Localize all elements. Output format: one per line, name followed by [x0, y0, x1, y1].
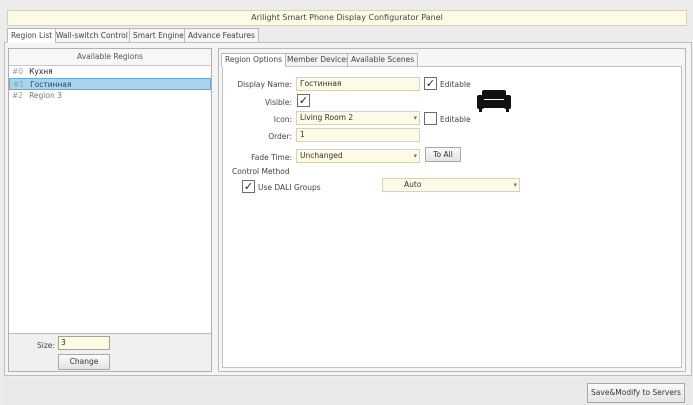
editable-label: Editable [440, 80, 471, 89]
region-index: #0 [12, 67, 24, 76]
fade-time-value: Unchanged [300, 151, 343, 160]
icon-select[interactable]: Living Room 2 ▾ [296, 111, 420, 125]
size-label: Size: [37, 341, 55, 350]
tab-available-scenes[interactable]: Available Scenes [347, 53, 419, 67]
window-title: Arilight Smart Phone Display Configurato… [7, 10, 687, 26]
tab-wall-switch-control[interactable]: Wall-switch Control [52, 28, 132, 43]
visible-checkbox[interactable]: ✓ [297, 94, 310, 107]
dali-mode-value: Auto [404, 180, 422, 189]
use-dali-label: Use DALI Groups [258, 183, 321, 192]
regions-header: Available Regions [9, 49, 211, 66]
order-input[interactable]: 1 [296, 128, 420, 142]
icon-label: Icon: [273, 115, 292, 124]
order-label: Order: [268, 132, 292, 141]
display-name-label: Display Name: [237, 80, 292, 89]
dali-mode-select[interactable]: Auto ▾ [382, 178, 520, 192]
tab-region-options[interactable]: Region Options [221, 53, 286, 67]
tab-member-devices[interactable]: Member Devices [283, 53, 354, 67]
icon-editable-checkbox[interactable] [424, 112, 437, 125]
chevron-down-icon: ▾ [413, 114, 417, 122]
change-button[interactable]: Change [58, 354, 110, 370]
list-item[interactable]: #0 Кухня [9, 66, 211, 78]
size-input[interactable]: 3 [58, 336, 110, 350]
sofa-icon [476, 87, 512, 113]
tab-region-list[interactable]: Region List [7, 28, 57, 43]
icon-editable-label: Editable [440, 115, 471, 124]
region-options-page [222, 66, 682, 368]
region-list[interactable]: #0 Кухня #1 Гостинная #2 Region 3 [9, 66, 211, 334]
region-name: Region 3 [29, 91, 62, 100]
icon-select-value: Living Room 2 [300, 113, 354, 122]
to-all-button[interactable]: To All [425, 147, 461, 162]
use-dali-checkbox[interactable]: ✓ [242, 180, 255, 193]
control-method-label: Control Method [232, 167, 290, 176]
chevron-down-icon: ▾ [513, 181, 517, 189]
fade-time-label: Fade Time: [251, 153, 292, 162]
chevron-down-icon: ▾ [413, 152, 417, 160]
list-item-selected[interactable]: #1 Гостинная [9, 78, 211, 90]
tab-smart-engine[interactable]: Smart Engine [129, 28, 188, 43]
list-item[interactable]: #2 Region 3 [9, 90, 211, 102]
display-name-editable-checkbox[interactable]: ✓ [424, 77, 437, 90]
save-modify-servers-button[interactable]: Save&Modify to Servers [587, 383, 685, 403]
display-name-input[interactable]: Гостинная [296, 77, 420, 91]
tab-advance-features[interactable]: Advance Features [184, 28, 259, 43]
visible-label: Visible: [264, 98, 292, 107]
region-name: Гостинная [30, 80, 72, 89]
region-name: Кухня [29, 67, 53, 76]
region-index: #2 [12, 91, 24, 100]
fade-time-select[interactable]: Unchanged ▾ [296, 149, 420, 163]
region-index: #1 [13, 80, 25, 89]
